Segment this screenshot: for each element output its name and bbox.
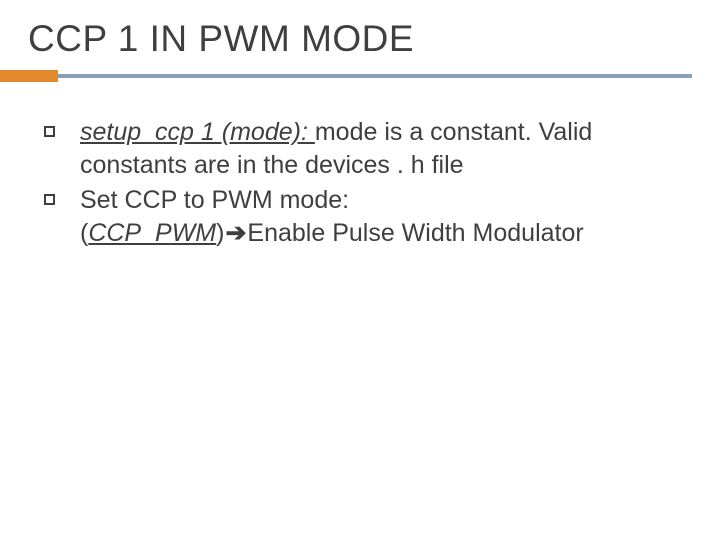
slide: CCP 1 IN PWM MODE setup_ccp 1 (mode): mo… [0,0,720,540]
bullet-2-line1: Set CCP to PWM mode: [80,186,349,214]
title-rule [28,70,692,84]
bullet-item-2: Set CCP to PWM mode: (CCP_PWM)➔Enable Pu… [44,184,692,250]
slide-title: CCP 1 IN PWM MODE [28,18,692,60]
bullet-1-code: setup_ccp 1 (mode): [80,118,315,146]
bullet-item-1: setup_ccp 1 (mode): mode is a constant. … [44,116,692,182]
bullet-2-code: CCP_PWM [88,219,216,247]
rule-accent [0,70,58,82]
arrow-icon: ➔ [224,219,247,247]
bullet-2-after: Enable Pulse Width Modulator [247,219,583,247]
bullet-list: setup_ccp 1 (mode): mode is a constant. … [28,116,692,250]
bullet-1-mode-word: mode [315,118,378,146]
rule-line [28,74,692,78]
